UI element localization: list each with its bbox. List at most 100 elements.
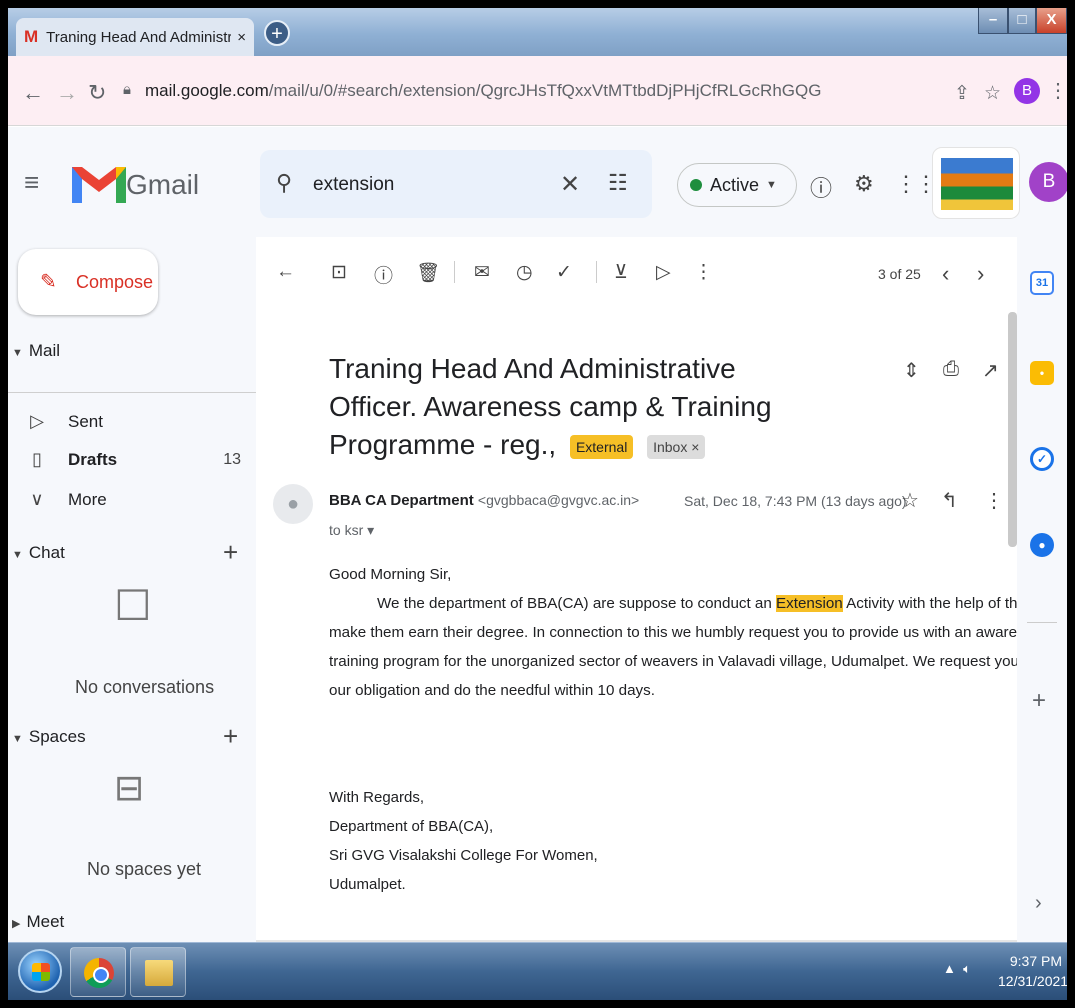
- sender-name[interactable]: BBA CA Department: [329, 492, 474, 509]
- show-side-panel-chevron-icon[interactable]: ›: [1035, 892, 1042, 915]
- search-bar[interactable]: ⚲ extension ✕ ☷: [260, 150, 652, 218]
- compose-label: Compose: [76, 272, 154, 292]
- tab-close-button[interactable]: ×: [237, 29, 246, 46]
- window-minimize-button[interactable]: –: [978, 8, 1008, 34]
- mail-section-label: Mail: [28, 341, 61, 360]
- folder-icon: [145, 960, 173, 986]
- browser-menu-icon[interactable]: ⋮: [1048, 78, 1067, 103]
- new-space-plus-icon[interactable]: +: [223, 721, 238, 752]
- star-icon[interactable]: ☆: [901, 488, 919, 513]
- report-spam-icon[interactable]: ⓘ: [374, 261, 393, 288]
- add-task-icon[interactable]: ✓: [556, 261, 572, 284]
- taskbar-clock[interactable]: 9:37 PM 12/31/2021: [998, 951, 1067, 991]
- sender-line: BBA CA Department <gvgbbaca@gvgvc.ac.in>: [329, 492, 639, 509]
- start-button-icon[interactable]: [18, 949, 62, 993]
- recipient-details-toggle[interactable]: to ksr ▾: [329, 522, 374, 539]
- url-text[interactable]: mail.google.com/mail/u/0/#search/extensi…: [145, 81, 821, 101]
- compose-button[interactable]: ✎ Compose: [18, 249, 158, 315]
- browser-tab[interactable]: M Traning Head And Administrative ×: [16, 18, 254, 56]
- status-dropdown[interactable]: Active ▼: [677, 163, 797, 207]
- college-emblem-image: [941, 158, 1013, 210]
- window-maximize-button[interactable]: □: [1008, 8, 1036, 34]
- taskbar-chrome-button[interactable]: [70, 947, 126, 997]
- open-new-window-icon[interactable]: ↗: [982, 358, 999, 383]
- help-icon[interactable]: ⓘ: [810, 171, 832, 203]
- browser-profile-avatar[interactable]: B: [1014, 78, 1040, 104]
- clock-date: 12/31/2021: [998, 973, 1067, 989]
- spaces-section-header[interactable]: ▼ Spaces: [12, 727, 86, 747]
- lock-icon[interactable]: 🔒︎: [123, 81, 131, 98]
- organization-logo[interactable]: [932, 147, 1020, 219]
- window-close-button[interactable]: X: [1036, 8, 1067, 34]
- status-dot-icon: [690, 179, 702, 191]
- sidebar-item-drafts[interactable]: ▯ Drafts 13: [26, 449, 241, 470]
- main-menu-icon[interactable]: ≡: [24, 167, 39, 198]
- bookmark-star-icon[interactable]: ☆: [984, 82, 1001, 105]
- back-to-list-icon[interactable]: ←: [276, 261, 295, 283]
- sidebar-item-sent[interactable]: ▷ Sent: [26, 411, 241, 432]
- search-icon[interactable]: ⚲: [276, 170, 292, 196]
- archive-icon[interactable]: ⊡: [331, 261, 347, 284]
- signature-line: Sri GVG Visalakshi College For Women,: [329, 847, 598, 864]
- reload-icon[interactable]: ↻: [88, 80, 106, 106]
- new-tab-button[interactable]: +: [264, 20, 290, 46]
- tasks-icon[interactable]: ✓: [1030, 447, 1054, 471]
- older-chevron-right-icon[interactable]: ›: [977, 261, 984, 287]
- gmail-wordmark: Gmail: [126, 169, 200, 200]
- mail-section-header[interactable]: ▼ Mail: [12, 341, 60, 361]
- search-options-icon[interactable]: ☷: [608, 170, 628, 196]
- body-line: training program for the unorganized sec…: [329, 653, 1067, 670]
- caret-down-icon: ▼: [12, 549, 23, 561]
- spaces-empty-text: No spaces yet: [87, 859, 202, 879]
- expand-collapse-icon[interactable]: ⇕: [903, 358, 920, 383]
- side-panel: 31 • ✓ ● + ›: [1017, 237, 1067, 942]
- chat-section-label: Chat: [28, 543, 65, 562]
- sidebar-item-label: More: [68, 489, 107, 509]
- omnibox[interactable]: 🔒︎ mail.google.com/mail/u/0/#search/exte…: [123, 72, 1008, 110]
- chevron-down-icon: ▼: [766, 179, 777, 191]
- gear-icon[interactable]: ⚙: [854, 171, 874, 197]
- newer-chevron-left-icon[interactable]: ‹: [942, 261, 949, 287]
- subject-text: Traning Head And Administrative Officer.…: [329, 353, 772, 460]
- new-chat-plus-icon[interactable]: +: [223, 537, 238, 568]
- gmail-logo-icon[interactable]: [66, 153, 132, 213]
- delete-icon[interactable]: 🗑︎: [416, 261, 440, 285]
- back-arrow-icon[interactable]: ←: [22, 80, 44, 106]
- reply-icon[interactable]: ↰: [941, 488, 958, 513]
- share-icon[interactable]: ⇪: [954, 82, 970, 105]
- body-line: make them earn their degree. In connecti…: [329, 624, 1067, 641]
- keep-icon[interactable]: •: [1030, 361, 1054, 385]
- label-icon[interactable]: ▷: [656, 261, 671, 284]
- meet-section-header[interactable]: ▶ Meet: [12, 912, 64, 932]
- message-view: ← ⊡ ⓘ 🗑︎ ✉ ◷ ✓ ⊻ ▷ ⋮ 3 of 25 ‹ › Traning…: [256, 237, 1067, 942]
- message-more-icon[interactable]: ⋮: [984, 488, 1004, 513]
- tray-volume-icon[interactable]: ▲ 🔈︎: [943, 961, 971, 977]
- toolbar-divider: [596, 261, 597, 283]
- calendar-icon[interactable]: 31: [1030, 271, 1054, 295]
- sender-avatar-icon[interactable]: ●: [273, 484, 313, 524]
- scrollbar-thumb[interactable]: [1008, 312, 1017, 547]
- mark-unread-icon[interactable]: ✉: [474, 261, 490, 284]
- spaces-grid-icon: ⊟: [114, 767, 145, 808]
- sidebar-item-more[interactable]: ∨ More: [26, 489, 241, 510]
- account-avatar[interactable]: B: [1029, 162, 1067, 202]
- drafts-count: 13: [223, 450, 241, 468]
- more-options-icon[interactable]: ⋮: [694, 261, 713, 284]
- taskbar-explorer-button[interactable]: [130, 947, 186, 997]
- divider: [8, 392, 256, 393]
- signature-line: Department of BBA(CA),: [329, 818, 494, 835]
- get-addons-plus-icon[interactable]: +: [1032, 687, 1046, 715]
- external-label-badge: External: [569, 434, 634, 459]
- print-icon[interactable]: ⎙: [943, 358, 959, 381]
- inbox-label-chip[interactable]: Inbox ×: [647, 434, 706, 459]
- clock-time: 9:37 PM: [1009, 953, 1062, 969]
- search-input[interactable]: extension: [313, 174, 394, 196]
- move-to-icon[interactable]: ⊻: [614, 261, 628, 284]
- message-body: Good Morning Sir, We the department of B…: [329, 560, 1067, 705]
- clear-search-icon[interactable]: ✕: [560, 170, 580, 199]
- contacts-icon[interactable]: ●: [1030, 533, 1054, 557]
- snooze-icon[interactable]: ◷: [516, 261, 533, 284]
- forward-arrow-icon[interactable]: →: [56, 80, 78, 106]
- chat-section-header[interactable]: ▼ Chat: [12, 543, 65, 563]
- gmail-favicon-icon: M: [24, 27, 39, 46]
